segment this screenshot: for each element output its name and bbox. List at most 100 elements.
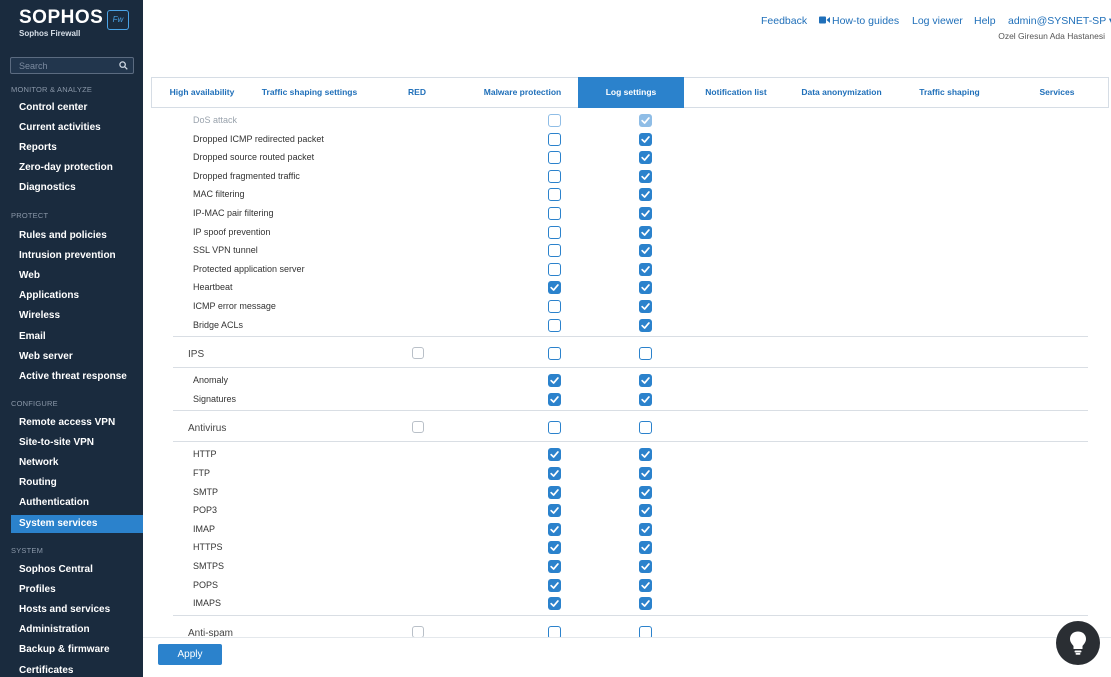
syslog-checkbox[interactable] <box>639 485 652 499</box>
syslog-checkbox[interactable] <box>639 597 652 611</box>
sidebar-item-sophos-central[interactable]: Sophos Central <box>11 561 143 579</box>
syslog-checkbox[interactable] <box>639 225 652 239</box>
help-link[interactable]: Help <box>974 15 996 27</box>
log-checkbox[interactable] <box>548 318 561 332</box>
log-checkbox[interactable] <box>548 262 561 276</box>
sidebar-item-site-to-site-vpn[interactable]: Site-to-site VPN <box>11 434 143 452</box>
syslog-checkbox[interactable] <box>639 541 652 555</box>
tab-traffic-shaping[interactable]: Traffic shaping <box>895 78 1004 107</box>
syslog-checkbox[interactable] <box>639 262 652 276</box>
log-checkbox[interactable] <box>548 169 561 183</box>
log-checkbox[interactable] <box>548 448 561 462</box>
tab-log-settings[interactable]: Log settings <box>578 77 684 108</box>
syslog-checkbox[interactable] <box>639 467 652 480</box>
sidebar-item-zero-day-protection[interactable]: Zero-day protection <box>11 159 143 177</box>
log-checkbox[interactable] <box>548 151 561 165</box>
log-checkbox[interactable] <box>548 225 561 239</box>
sidebar-item-rules-and-policies[interactable]: Rules and policies <box>11 227 143 245</box>
sidebar-item-wireless[interactable]: Wireless <box>11 307 143 325</box>
log-checkbox[interactable] <box>548 188 561 202</box>
sidebar-item-backup-and-firmware[interactable]: Backup & firmware <box>11 641 143 659</box>
enable-checkbox[interactable] <box>412 421 424 434</box>
log-checkbox[interactable] <box>548 467 561 480</box>
sidebar-item-current-activities[interactable]: Current activities <box>11 119 143 137</box>
log-checkbox[interactable] <box>548 541 561 555</box>
sidebar-item-certificates[interactable]: Certificates <box>11 662 143 677</box>
log-checkbox[interactable] <box>548 281 561 295</box>
sidebar-item-diagnostics[interactable]: Diagnostics <box>11 179 143 197</box>
enable-checkbox[interactable] <box>412 625 424 637</box>
log-checkbox[interactable] <box>548 560 561 573</box>
help-assistant-button[interactable] <box>1056 621 1100 665</box>
sidebar-item-routing[interactable]: Routing <box>11 474 143 492</box>
syslog-checkbox[interactable] <box>639 188 652 202</box>
log-checkbox[interactable] <box>548 625 561 637</box>
admin-menu[interactable]: admin@SYSNET-SP ▾ <box>1008 15 1111 27</box>
sidebar-item-email[interactable]: Email <box>11 328 143 346</box>
syslog-checkbox[interactable] <box>639 318 652 332</box>
tab-notification-list[interactable]: Notification list <box>684 78 788 107</box>
sidebar-item-system-services[interactable]: System services <box>11 514 143 533</box>
syslog-checkbox[interactable] <box>639 244 652 258</box>
tab-traffic-shaping-settings[interactable]: Traffic shaping settings <box>252 78 367 107</box>
syslog-checkbox[interactable] <box>639 522 652 536</box>
syslog-checkbox[interactable] <box>639 151 652 165</box>
log-checkbox[interactable] <box>548 244 561 258</box>
sidebar-item-authentication[interactable]: Authentication <box>11 494 143 512</box>
syslog-checkbox[interactable] <box>639 114 652 127</box>
sidebar-item-reports[interactable]: Reports <box>11 139 143 157</box>
how-to-guides-link[interactable]: How-to guides <box>832 15 899 27</box>
log-checkbox[interactable] <box>548 132 561 146</box>
syslog-checkbox[interactable] <box>639 421 652 435</box>
enable-checkbox[interactable] <box>412 347 424 360</box>
log-viewer-link[interactable]: Log viewer <box>912 15 963 27</box>
tab-malware-protection[interactable]: Malware protection <box>467 78 578 107</box>
sidebar-item-active-threat-response[interactable]: Active threat response <box>11 368 143 386</box>
sidebar-item-remote-access-vpn[interactable]: Remote access VPN <box>11 414 143 432</box>
tab-red[interactable]: RED <box>367 78 467 107</box>
sidebar-item-hosts-and-services[interactable]: Hosts and services <box>11 601 143 619</box>
syslog-checkbox[interactable] <box>639 504 652 518</box>
syslog-checkbox[interactable] <box>639 281 652 295</box>
syslog-checkbox[interactable] <box>639 578 652 592</box>
syslog-checkbox[interactable] <box>639 300 652 313</box>
sidebar-item-control-center[interactable]: Control center <box>11 99 143 117</box>
syslog-checkbox[interactable] <box>639 132 652 146</box>
sidebar-item-applications[interactable]: Applications <box>11 287 143 305</box>
syslog-checkbox[interactable] <box>639 374 652 388</box>
log-checkbox[interactable] <box>548 392 561 406</box>
sidebar-item-administration[interactable]: Administration <box>11 621 143 639</box>
sidebar-item-web-server[interactable]: Web server <box>11 348 143 366</box>
sidebar-item-intrusion-prevention[interactable]: Intrusion prevention <box>11 247 143 265</box>
feedback-link[interactable]: Feedback <box>761 15 807 27</box>
log-checkbox[interactable] <box>548 504 561 518</box>
syslog-checkbox[interactable] <box>639 560 652 573</box>
log-checkbox[interactable] <box>548 421 561 435</box>
syslog-checkbox[interactable] <box>639 169 652 183</box>
apply-button[interactable]: Apply <box>158 644 222 665</box>
log-checkbox[interactable] <box>548 347 561 361</box>
sidebar-item-network[interactable]: Network <box>11 454 143 472</box>
tab-data-anonymization[interactable]: Data anonymization <box>788 78 895 107</box>
tab-high-availability[interactable]: High availability <box>152 78 252 107</box>
sidebar-item-web[interactable]: Web <box>11 267 143 285</box>
tab-services[interactable]: Services <box>1004 78 1110 107</box>
category-row-ips: IPS <box>151 342 1109 368</box>
log-checkbox[interactable] <box>548 114 561 127</box>
syslog-checkbox[interactable] <box>639 448 652 462</box>
search-input[interactable] <box>11 58 115 73</box>
syslog-checkbox[interactable] <box>639 625 652 637</box>
log-checkbox[interactable] <box>548 374 561 388</box>
log-checkbox[interactable] <box>548 522 561 536</box>
log-checkbox[interactable] <box>548 597 561 611</box>
syslog-checkbox[interactable] <box>639 207 652 220</box>
log-checkbox[interactable] <box>548 300 561 313</box>
search-icon[interactable] <box>119 61 128 70</box>
syslog-checkbox[interactable] <box>639 392 652 406</box>
sidebar-item-profiles[interactable]: Profiles <box>11 581 143 599</box>
logo[interactable]: SOPHOS Sophos Firewall Fw <box>0 0 143 50</box>
log-checkbox[interactable] <box>548 578 561 592</box>
log-checkbox[interactable] <box>548 207 561 220</box>
log-checkbox[interactable] <box>548 485 561 499</box>
syslog-checkbox[interactable] <box>639 347 652 361</box>
